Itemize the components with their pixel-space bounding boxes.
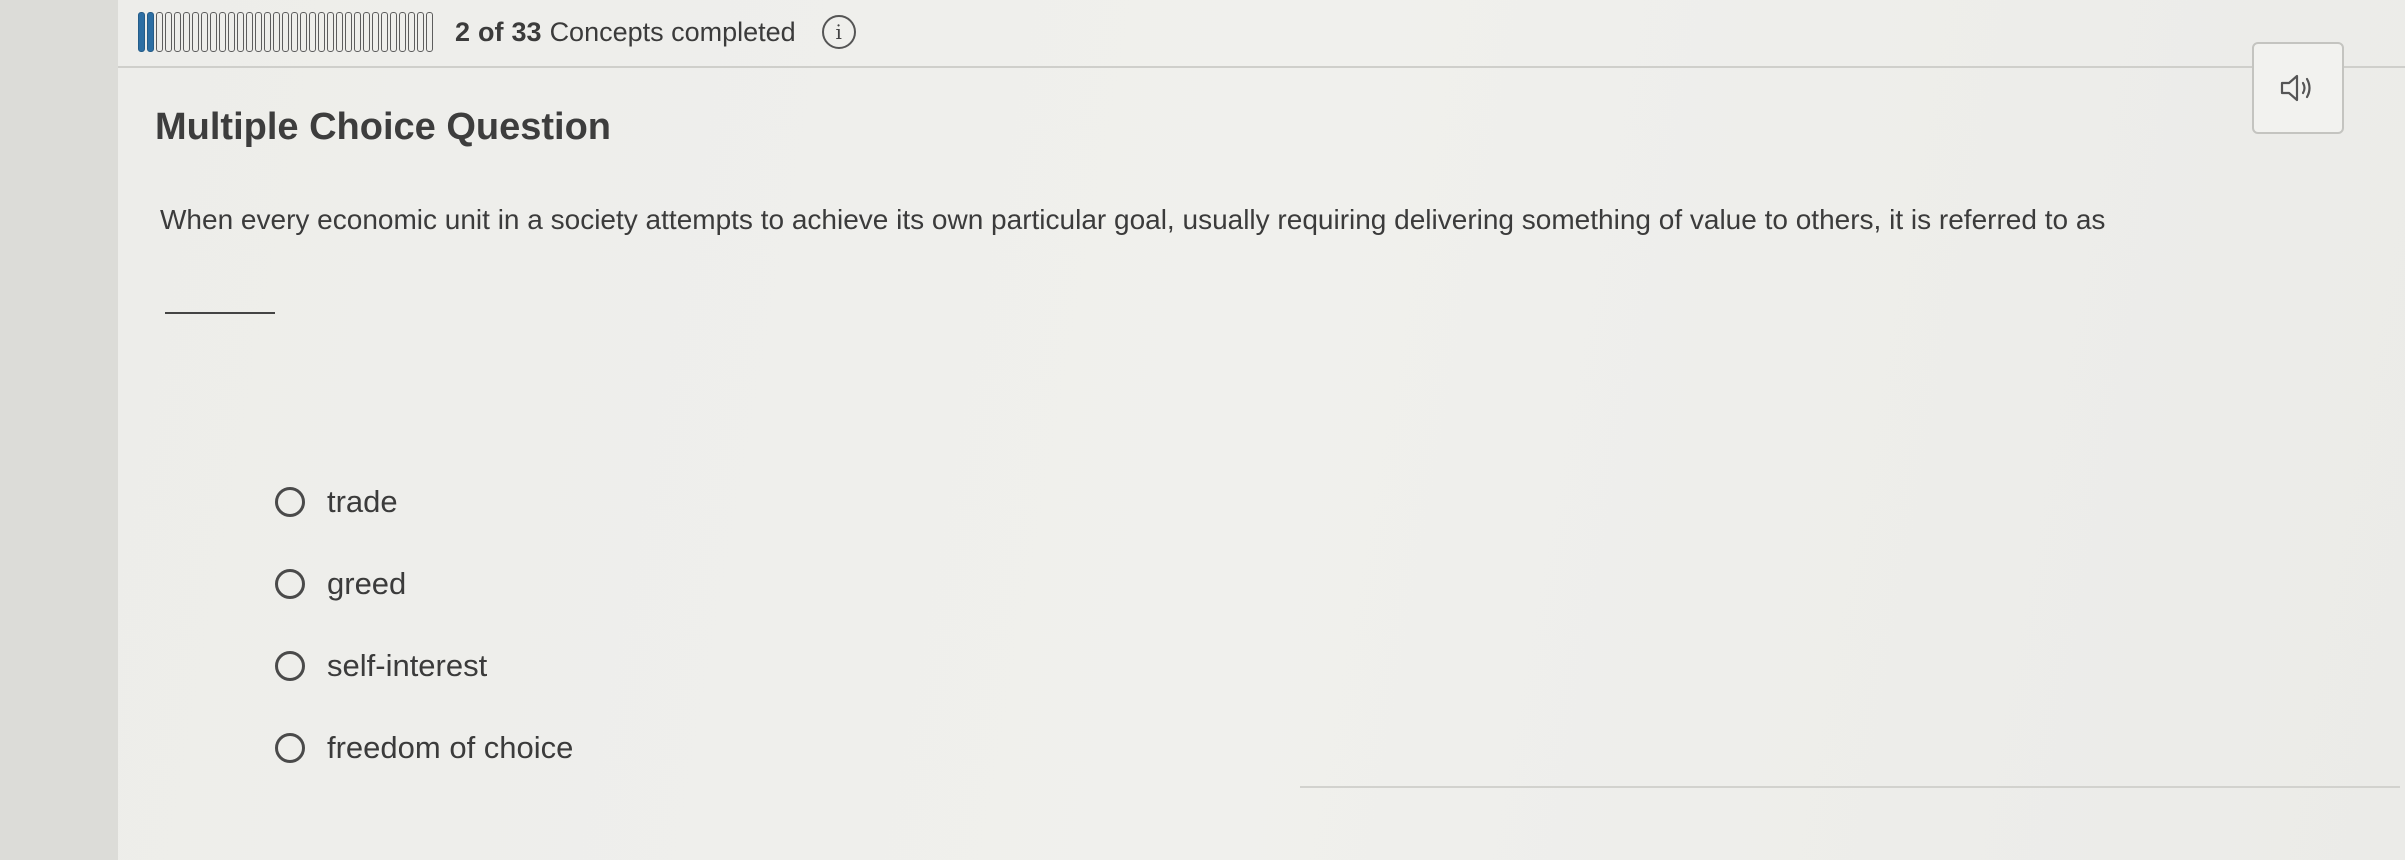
page: 2 of 33 Concepts completed i Multiple Ch…: [0, 0, 2405, 860]
progress-segment: [399, 12, 406, 52]
progress-segment: [237, 12, 244, 52]
answer-options: trade greed self-interest freedom of cho…: [275, 482, 573, 810]
progress-segment: [390, 12, 397, 52]
speaker-icon: [2280, 74, 2311, 102]
radio-button[interactable]: [275, 733, 305, 763]
footer-divider: [1300, 786, 2400, 788]
progress-segment: [300, 12, 307, 52]
progress-segment: [354, 12, 361, 52]
info-icon[interactable]: i: [821, 15, 856, 49]
question-type-heading: Multiple Choice Question: [155, 106, 612, 148]
left-gutter: [0, 0, 118, 860]
progress-segment: [345, 12, 352, 52]
progress-segment: [210, 12, 217, 52]
progress-segment: [165, 12, 172, 52]
progress-segment: [426, 12, 433, 52]
progress-segment-complete: [138, 12, 145, 52]
radio-button[interactable]: [275, 569, 305, 599]
progress-segment: [219, 12, 226, 52]
progress-row: 2 of 33 Concepts completed i: [138, 6, 856, 58]
progress-segment: [381, 12, 388, 52]
progress-segment: [246, 12, 253, 52]
option-label: greed: [327, 566, 407, 601]
progress-of: of: [478, 16, 504, 47]
progress-completed: 2: [455, 16, 471, 47]
progress-text: 2 of 33 Concepts completed: [455, 17, 796, 48]
option-label: self-interest: [327, 648, 488, 683]
progress-segment: [291, 12, 298, 52]
progress-total: 33: [511, 16, 542, 47]
option-greed[interactable]: greed: [275, 564, 573, 604]
progress-segment: [417, 12, 424, 52]
progress-segment: [255, 12, 262, 52]
progress-segment: [372, 12, 379, 52]
progress-segment: [156, 12, 163, 52]
progress-segment: [363, 12, 370, 52]
progress-segment: [264, 12, 271, 52]
progress-segment: [282, 12, 289, 52]
progress-segment-complete: [147, 12, 154, 52]
progress-suffix: Concepts completed: [549, 16, 796, 47]
option-self-interest[interactable]: self-interest: [275, 646, 573, 686]
header-divider: [118, 66, 2405, 68]
answer-blank: [165, 312, 275, 314]
question-prompt: When every economic unit in a society at…: [160, 204, 2106, 235]
option-freedom-of-choice[interactable]: freedom of choice: [275, 728, 573, 768]
progress-segment: [309, 12, 316, 52]
progress-bar: [138, 10, 433, 54]
option-label: trade: [327, 484, 398, 519]
radio-button[interactable]: [275, 651, 305, 681]
option-trade[interactable]: trade: [275, 482, 573, 522]
progress-segment: [228, 12, 235, 52]
radio-button[interactable]: [275, 487, 305, 517]
progress-segment: [273, 12, 280, 52]
progress-segment: [327, 12, 334, 52]
progress-segment: [408, 12, 415, 52]
progress-segment: [318, 12, 325, 52]
progress-segment: [192, 12, 199, 52]
progress-segment: [336, 12, 343, 52]
progress-segment: [201, 12, 208, 52]
progress-segment: [183, 12, 190, 52]
progress-segment: [174, 12, 181, 52]
read-aloud-button[interactable]: [2252, 42, 2344, 134]
option-label: freedom of choice: [327, 730, 574, 765]
